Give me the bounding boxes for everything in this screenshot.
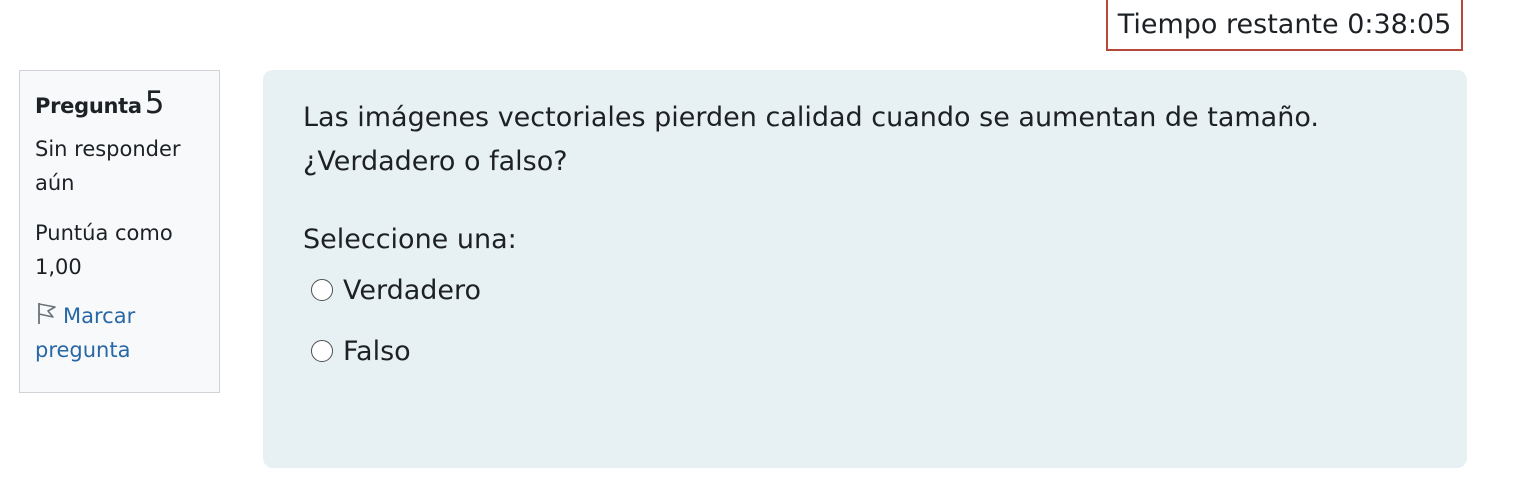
question-label: Pregunta xyxy=(35,94,142,118)
question-state: Sin responder aún xyxy=(35,132,204,200)
question-number-value: 5 xyxy=(144,85,165,121)
time-remaining: Tiempo restante 0:38:05 xyxy=(1106,0,1463,51)
flag-label-line-1: Marcar xyxy=(63,304,136,328)
flag-question-link[interactable]: Marcar pregunta xyxy=(35,299,204,367)
question-number: Pregunta5 xyxy=(35,87,204,122)
quiz-page: Tiempo restante 0:38:05 Pregunta5 Sin re… xyxy=(0,0,1514,488)
option-label: Falso xyxy=(343,335,411,367)
flag-label-line-2: pregunta xyxy=(35,338,131,362)
answer-options: Verdadero Falso xyxy=(303,270,1427,371)
question-state-line-2: aún xyxy=(35,171,75,195)
question-text: Las imágenes vectoriales pierden calidad… xyxy=(303,102,1319,177)
question-info-panel: Pregunta5 Sin responder aún Puntúa como … xyxy=(19,70,220,393)
question-content: Las imágenes vectoriales pierden calidad… xyxy=(263,70,1467,468)
option-verdadero[interactable]: Verdadero xyxy=(311,270,1427,310)
flag-icon xyxy=(35,301,59,325)
question-state-line-1: Sin responder xyxy=(35,137,181,161)
option-falso[interactable]: Falso xyxy=(311,331,1427,371)
radio-button[interactable] xyxy=(311,340,333,362)
option-label: Verdadero xyxy=(343,274,482,306)
question-grade: Puntúa como 1,00 xyxy=(35,216,204,284)
answer-prompt: Seleccione una: xyxy=(303,224,517,255)
time-remaining-label: Tiempo restante 0:38:05 xyxy=(1117,9,1452,40)
question-grade-line-1: Puntúa como xyxy=(35,221,173,245)
radio-button[interactable] xyxy=(311,279,333,301)
question-grade-line-2: 1,00 xyxy=(35,255,82,279)
